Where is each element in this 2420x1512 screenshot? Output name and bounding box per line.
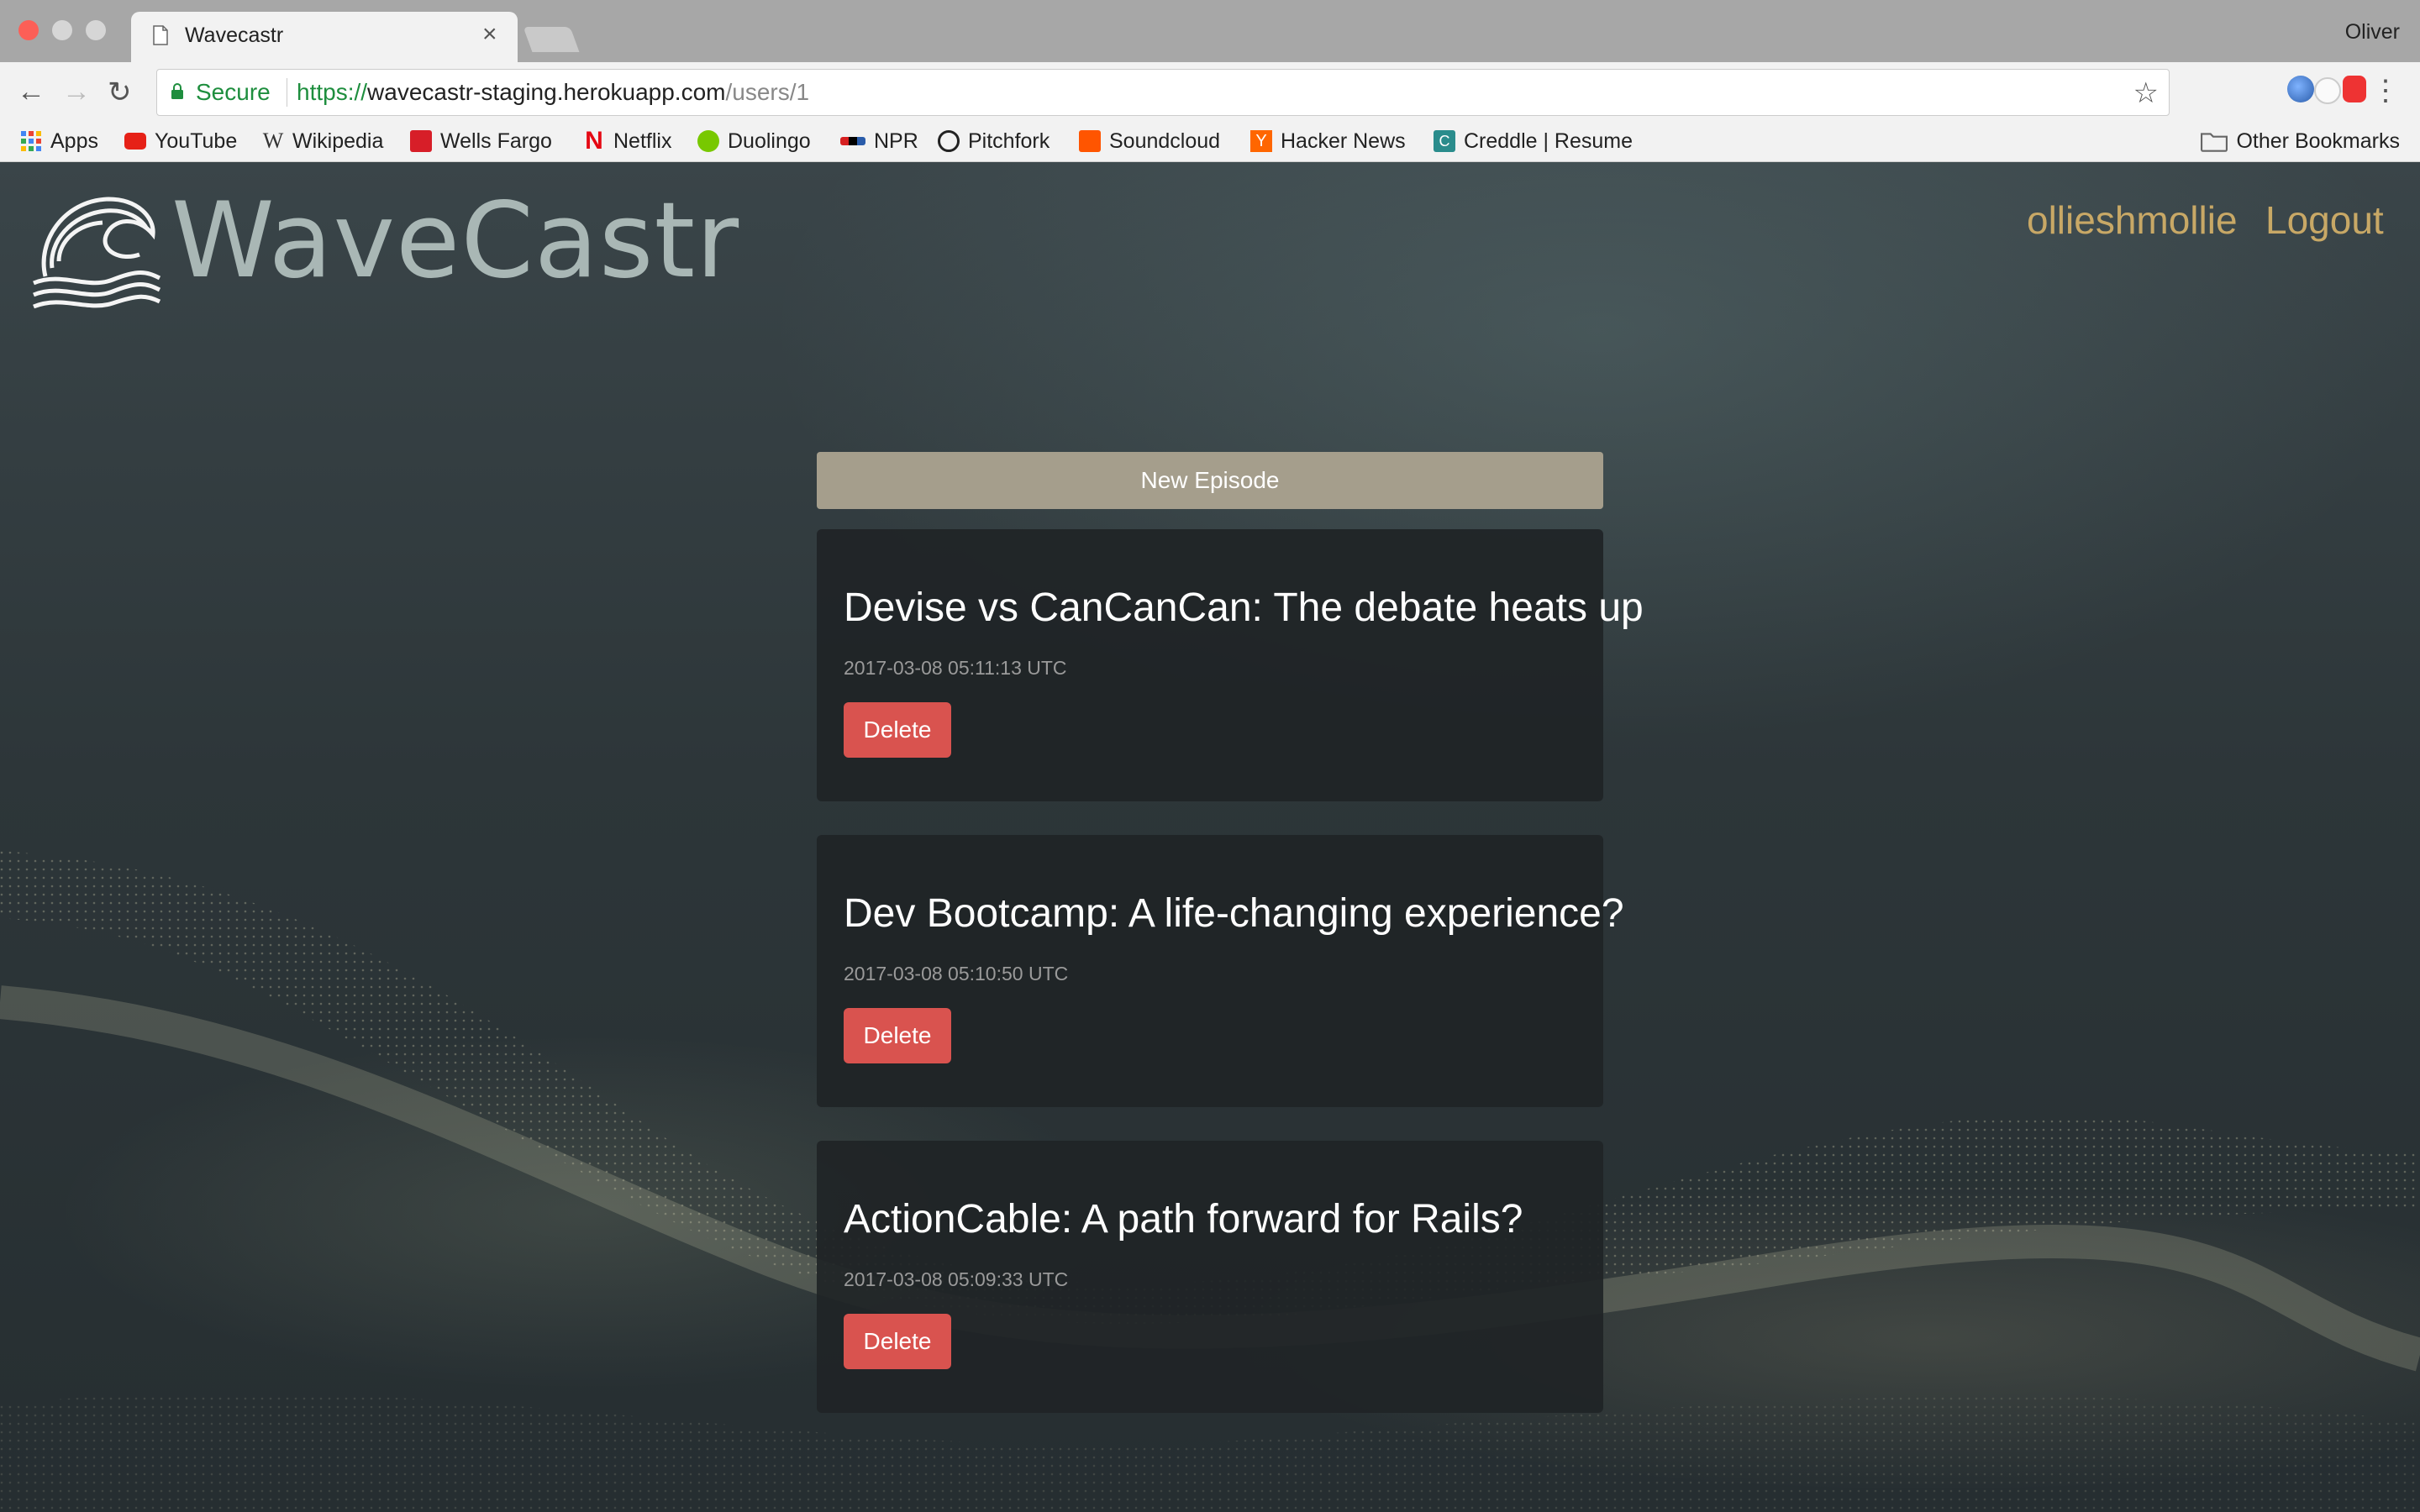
episode-date: 2017-03-08 05:09:33 UTC: [844, 1268, 1069, 1290]
wikipedia-icon: W: [262, 129, 284, 153]
youtube-icon: [124, 133, 146, 150]
tab-title: Wavecastr: [185, 24, 284, 47]
adblock-extension-icon[interactable]: [2343, 76, 2366, 102]
episode-card: ActionCable: A path forward for Rails? 2…: [817, 1141, 1603, 1413]
reload-icon[interactable]: ↻: [108, 76, 132, 109]
back-arrow-icon[interactable]: ←: [17, 76, 45, 108]
apps-grid-icon: [21, 131, 41, 151]
globe-extension-icon[interactable]: [2287, 76, 2314, 102]
new-episode-button[interactable]: New Episode: [817, 452, 1603, 509]
secure-label: Secure: [196, 79, 271, 105]
document-icon: [153, 25, 168, 45]
bookmark-apps[interactable]: Apps: [20, 126, 98, 156]
browser-titlebar: Wavecastr × Oliver: [0, 0, 2420, 62]
address-bar[interactable]: Secure https://wavecastr-staging.herokua…: [156, 69, 2170, 116]
logout-link[interactable]: Logout: [2265, 197, 2384, 243]
minimize-window-button[interactable]: [52, 20, 72, 40]
wave-logo-icon: [33, 197, 161, 309]
hacker-news-icon: Y: [1250, 130, 1272, 152]
delete-button[interactable]: Delete: [844, 1314, 951, 1369]
bookmark-wells-fargo[interactable]: Wells Fargo: [410, 126, 552, 156]
wells-fargo-icon: [410, 130, 432, 152]
profile-name[interactable]: Oliver: [2345, 20, 2400, 45]
creddle-icon: C: [1434, 130, 1455, 152]
username-link[interactable]: ollieshmollie: [2027, 197, 2238, 243]
bookmark-hacker-news[interactable]: Y Hacker News: [1250, 126, 1406, 156]
episode-title[interactable]: ActionCable: A path forward for Rails?: [844, 1196, 1523, 1242]
bookmark-duolingo[interactable]: Duolingo: [697, 126, 811, 156]
close-window-button[interactable]: [18, 20, 39, 40]
bookmark-soundcloud[interactable]: Soundcloud: [1079, 126, 1220, 156]
pitchfork-icon: [938, 130, 960, 152]
delete-button[interactable]: Delete: [844, 702, 951, 758]
delete-button[interactable]: Delete: [844, 1008, 951, 1063]
forward-arrow-icon[interactable]: →: [62, 76, 91, 108]
netflix-icon: N: [585, 127, 603, 155]
bookmark-star-icon[interactable]: ☆: [2133, 76, 2159, 110]
npr-icon: [840, 137, 865, 145]
soundcloud-icon: [1079, 130, 1101, 152]
lock-icon: [171, 83, 183, 99]
bookmark-netflix[interactable]: N Netflix: [583, 126, 671, 156]
other-bookmarks[interactable]: Other Bookmarks: [2201, 126, 2400, 156]
circle-extension-icon[interactable]: [2314, 77, 2341, 104]
duolingo-icon: [697, 130, 719, 152]
episode-date: 2017-03-08 05:11:13 UTC: [844, 657, 1067, 679]
bookmark-pitchfork[interactable]: Pitchfork: [938, 126, 1050, 156]
bookmark-youtube[interactable]: YouTube: [124, 126, 237, 156]
browser-toolbar: ← → ↻ Secure https://wavecastr-staging.h…: [0, 62, 2420, 123]
page-content: WaveCastr ollieshmollie Logout New Episo…: [0, 162, 2420, 1512]
bookmark-creddle[interactable]: C Creddle | Resume: [1434, 126, 1633, 156]
episode-title[interactable]: Dev Bootcamp: A life-changing experience…: [844, 890, 1624, 937]
new-tab-button[interactable]: [523, 27, 580, 52]
bookmark-npr[interactable]: NPR: [840, 126, 918, 156]
bookmark-wikipedia[interactable]: W Wikipedia: [262, 126, 384, 156]
brand-title[interactable]: WaveCastr: [171, 181, 739, 302]
url-text[interactable]: https://wavecastr-staging.herokuapp.com/…: [297, 79, 809, 106]
folder-icon: [2201, 133, 2228, 152]
browser-tab[interactable]: Wavecastr ×: [131, 12, 518, 62]
episode-card: Dev Bootcamp: A life-changing experience…: [817, 835, 1624, 1107]
episode-title[interactable]: Devise vs CanCanCan: The debate heats up: [844, 585, 1644, 631]
bookmarks-bar: Apps YouTube W Wikipedia Wells Fargo N N…: [0, 123, 2420, 162]
browser-menu-icon[interactable]: ⋮: [2371, 74, 2400, 108]
episode-date: 2017-03-08 05:10:50 UTC: [844, 963, 1069, 984]
maximize-window-button[interactable]: [86, 20, 106, 40]
episode-card: Devise vs CanCanCan: The debate heats up…: [817, 529, 1644, 801]
tab-close-icon[interactable]: ×: [482, 20, 497, 49]
